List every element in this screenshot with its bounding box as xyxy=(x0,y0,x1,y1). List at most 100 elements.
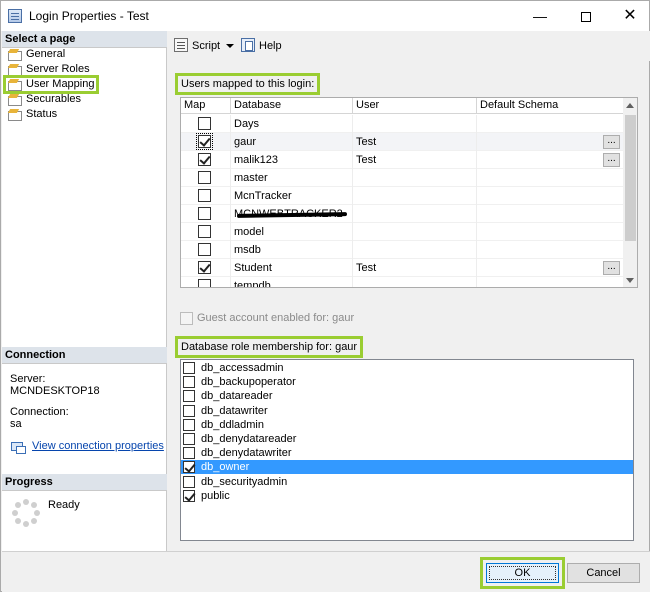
map-checkbox[interactable] xyxy=(198,189,211,202)
column-header-map[interactable]: Map xyxy=(181,98,231,114)
window-app-icon xyxy=(8,9,22,23)
map-cell xyxy=(181,133,231,151)
default-schema-cell[interactable] xyxy=(477,187,623,205)
page-item-status[interactable]: Status xyxy=(5,107,165,122)
role-item[interactable]: db_ddladmin xyxy=(181,418,633,432)
map-checkbox[interactable] xyxy=(198,153,211,166)
role-membership-list: db_accessadmin db_backupoperator db_datare… xyxy=(180,359,634,541)
map-checkbox[interactable] xyxy=(198,171,211,184)
table-row[interactable]: McnTracker xyxy=(181,187,623,205)
user-cell[interactable] xyxy=(353,169,477,187)
user-cell[interactable] xyxy=(353,277,477,287)
page-item-securables[interactable]: Securables xyxy=(5,92,165,107)
role-checkbox[interactable] xyxy=(183,475,195,488)
map-checkbox[interactable] xyxy=(198,207,211,220)
role-item[interactable]: db_denydatareader xyxy=(181,432,633,446)
default-schema-cell[interactable] xyxy=(477,223,623,241)
page-wrench-icon xyxy=(8,64,22,76)
user-cell[interactable] xyxy=(353,205,477,223)
column-header-database[interactable]: Database xyxy=(231,98,353,114)
user-mapping-grid: Map Database User Default Schema Days gau… xyxy=(180,97,638,288)
default-schema-cell[interactable] xyxy=(477,169,623,187)
role-checkbox[interactable] xyxy=(183,418,195,431)
default-schema-cell[interactable] xyxy=(477,151,623,169)
table-row[interactable]: malik123 Test... xyxy=(181,151,623,169)
default-schema-cell[interactable] xyxy=(477,115,623,133)
minimize-button[interactable]: — xyxy=(517,1,563,31)
role-item[interactable]: db_denydatawriter xyxy=(181,446,633,460)
table-row[interactable]: tempdb xyxy=(181,277,623,287)
role-item[interactable]: db_securityadmin xyxy=(181,475,633,489)
database-cell: tempdb xyxy=(231,277,353,287)
default-schema-cell[interactable] xyxy=(477,133,623,151)
role-item[interactable]: db_owner xyxy=(181,460,633,475)
page-item-general[interactable]: General xyxy=(5,47,165,62)
default-schema-cell[interactable] xyxy=(477,241,623,259)
grid-scrollbar[interactable] xyxy=(623,98,637,287)
role-checkbox[interactable] xyxy=(183,433,195,445)
default-schema-cell[interactable] xyxy=(477,205,623,223)
table-row[interactable]: Days xyxy=(181,115,623,133)
map-checkbox[interactable] xyxy=(198,117,211,130)
default-schema-cell[interactable] xyxy=(477,259,623,277)
table-row[interactable]: Student Test... xyxy=(181,259,623,277)
script-dropdown-chevron-down-icon[interactable] xyxy=(226,44,234,48)
user-cell[interactable]: Test xyxy=(353,133,477,151)
user-cell[interactable]: Test xyxy=(353,151,477,169)
browse-schema-button[interactable]: ... xyxy=(603,153,620,167)
progress-status: Ready xyxy=(48,499,80,511)
ok-button[interactable]: OK xyxy=(480,557,565,589)
page-item-server-roles[interactable]: Server Roles xyxy=(5,62,165,77)
map-cell xyxy=(181,115,231,133)
role-checkbox[interactable] xyxy=(183,489,195,502)
role-item[interactable]: db_accessadmin xyxy=(181,361,633,375)
grid-header: Map Database User Default Schema xyxy=(181,98,623,114)
view-connection-properties-link[interactable]: View connection properties xyxy=(10,440,164,454)
scroll-down-icon[interactable] xyxy=(626,278,634,283)
table-row[interactable]: MCNWEBTRACKER2 xyxy=(181,205,623,223)
user-cell[interactable] xyxy=(353,223,477,241)
role-label: public xyxy=(201,489,230,502)
table-row[interactable]: model xyxy=(181,223,623,241)
cancel-button[interactable]: Cancel xyxy=(567,563,640,583)
role-item[interactable]: db_datareader xyxy=(181,389,633,403)
table-row[interactable]: msdb xyxy=(181,241,623,259)
column-header-user[interactable]: User xyxy=(353,98,477,114)
map-checkbox[interactable] xyxy=(198,279,211,287)
page-item-user-mapping[interactable]: User Mapping xyxy=(3,75,99,94)
select-page-header: Select a page xyxy=(2,31,167,48)
table-row[interactable]: gaur Test... xyxy=(181,133,623,151)
map-cell xyxy=(181,241,231,259)
maximize-button[interactable] xyxy=(563,1,609,31)
table-row[interactable]: master xyxy=(181,169,623,187)
user-cell[interactable] xyxy=(353,241,477,259)
role-checkbox[interactable] xyxy=(183,461,195,474)
map-checkbox[interactable] xyxy=(196,133,213,150)
database-cell: Days xyxy=(231,115,353,133)
role-checkbox[interactable] xyxy=(183,362,195,374)
connection-value: sa xyxy=(10,418,22,430)
scroll-thumb[interactable] xyxy=(625,115,636,241)
user-cell[interactable]: Test xyxy=(353,259,477,277)
role-item[interactable]: public xyxy=(181,489,633,503)
role-item[interactable]: db_datawriter xyxy=(181,404,633,418)
browse-schema-button[interactable]: ... xyxy=(603,135,620,149)
default-schema-cell[interactable] xyxy=(477,277,623,287)
role-checkbox[interactable] xyxy=(183,390,195,403)
map-checkbox[interactable] xyxy=(198,225,211,238)
role-checkbox[interactable] xyxy=(183,447,195,460)
user-cell[interactable] xyxy=(353,115,477,133)
page-item-label: Securables xyxy=(26,93,82,105)
minimize-icon: — xyxy=(533,8,547,24)
column-header-default-schema[interactable]: Default Schema xyxy=(477,98,623,114)
role-item[interactable]: db_backupoperator xyxy=(181,375,633,389)
role-checkbox[interactable] xyxy=(183,404,195,417)
user-cell[interactable] xyxy=(353,187,477,205)
map-checkbox[interactable] xyxy=(198,243,211,256)
map-checkbox[interactable] xyxy=(198,261,211,274)
map-cell xyxy=(181,223,231,241)
close-button[interactable]: ✕ xyxy=(607,1,650,31)
role-checkbox[interactable] xyxy=(183,376,195,389)
scroll-up-icon[interactable] xyxy=(626,103,634,108)
browse-schema-button[interactable]: ... xyxy=(603,261,620,275)
